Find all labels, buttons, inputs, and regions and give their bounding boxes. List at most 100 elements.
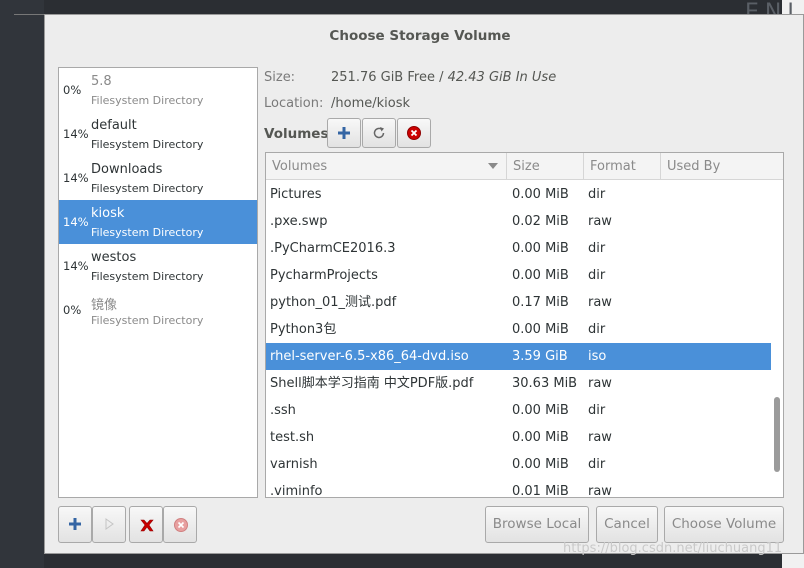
table-row[interactable]: Shell脚本学习指南 中文PDF版.pdf 30.63 MiB raw xyxy=(266,370,771,397)
volume-name-cell: .PyCharmCE2016.3 xyxy=(270,241,396,256)
table-row[interactable]: .pxe.swp 0.02 MiB raw xyxy=(266,208,771,235)
add-pool-button[interactable] xyxy=(58,506,92,543)
pool-name: 5.8 xyxy=(91,74,112,89)
table-row[interactable]: rhel-server-6.5-x86_64-dvd.iso 3.59 GiB is… xyxy=(266,343,771,370)
delete-pool-icon xyxy=(140,519,154,532)
pool-type: Filesystem Directory xyxy=(91,182,204,195)
pool-type: Filesystem Directory xyxy=(91,138,204,151)
volume-format-cell: dir xyxy=(588,457,606,472)
refresh-volumes-button[interactable] xyxy=(362,118,396,148)
volume-name-cell: rhel-server-6.5-x86_64-dvd.iso xyxy=(270,349,469,364)
add-icon xyxy=(338,127,350,139)
pool-item[interactable]: 0% 镜像 Filesystem Directory xyxy=(59,288,257,332)
volume-format-cell: raw xyxy=(588,376,612,391)
pool-type: Filesystem Directory xyxy=(91,94,204,107)
column-header-label: Volumes xyxy=(272,159,328,174)
start-pool-icon xyxy=(105,518,114,530)
size-label: Size: xyxy=(264,70,296,85)
column-header-used-by[interactable]: Used By xyxy=(661,153,771,180)
pool-usage-percent: 14% xyxy=(63,259,89,273)
add-volume-button[interactable] xyxy=(327,118,361,148)
pool-name: westos xyxy=(91,250,137,265)
pool-name: default xyxy=(91,118,137,133)
size-value: 251.76 GiB Free / 42.43 GiB In Use xyxy=(331,70,556,85)
pool-type: Filesystem Directory xyxy=(91,314,204,327)
refresh-icon xyxy=(373,127,385,139)
start-pool-button[interactable] xyxy=(92,506,126,543)
desktop-background xyxy=(0,0,44,568)
choose-storage-volume-dialog: Choose Storage Volume 0% 5.8 Filesystem Di… xyxy=(44,14,804,554)
table-row[interactable]: PycharmProjects 0.00 MiB dir xyxy=(266,262,771,289)
volume-size-cell: 0.17 MiB xyxy=(512,295,569,310)
delete-pool-button[interactable] xyxy=(129,506,163,543)
volume-format-cell: dir xyxy=(588,322,606,337)
volume-name-cell: .pxe.swp xyxy=(270,214,328,229)
volume-size-cell: 0.00 MiB xyxy=(512,430,569,445)
pool-item[interactable]: 14% Downloads Filesystem Directory xyxy=(59,156,257,200)
sort-descending-icon xyxy=(488,163,498,169)
stop-pool-button[interactable] xyxy=(163,506,197,543)
volume-size-cell: 30.63 MiB xyxy=(512,376,578,391)
volume-name-cell: .viminfo xyxy=(270,484,323,498)
volume-format-cell: raw xyxy=(588,484,612,498)
pool-name: kiosk xyxy=(91,206,125,221)
volume-format-cell: dir xyxy=(588,187,606,202)
table-row[interactable]: python_01_测试.pdf 0.17 MiB raw xyxy=(266,289,771,316)
volume-format-cell: iso xyxy=(588,349,607,364)
volume-name-cell: Shell脚本学习指南 中文PDF版.pdf xyxy=(270,376,474,391)
column-header-size[interactable]: Size xyxy=(507,153,584,180)
dialog-title: Choose Storage Volume xyxy=(329,28,511,44)
volume-format-cell: dir xyxy=(588,241,606,256)
table-row[interactable]: Python3包 0.00 MiB dir xyxy=(266,316,771,343)
browse-local-button[interactable]: Browse Local xyxy=(485,506,589,543)
volume-size-cell: 0.00 MiB xyxy=(512,187,569,202)
table-row[interactable]: .ssh 0.00 MiB dir xyxy=(266,397,771,424)
volume-size-cell: 3.59 GiB xyxy=(512,349,568,364)
volume-name-cell: Python3包 xyxy=(270,322,337,337)
volumes-label: Volumes xyxy=(264,126,329,142)
table-row[interactable]: varnish 0.00 MiB dir xyxy=(266,451,771,478)
volume-name-cell: PycharmProjects xyxy=(270,268,378,283)
location-value: /home/kiosk xyxy=(331,96,411,111)
pool-usage-percent: 14% xyxy=(63,171,89,185)
cancel-button[interactable]: Cancel xyxy=(596,506,658,543)
column-header-format[interactable]: Format xyxy=(584,153,661,180)
choose-volume-button[interactable]: Choose Volume xyxy=(664,506,784,543)
table-row[interactable]: .viminfo 0.01 MiB raw xyxy=(266,478,771,498)
size-used: 42.43 GiB In Use xyxy=(447,70,557,85)
pool-type: Filesystem Directory xyxy=(91,226,204,239)
pool-usage-percent: 0% xyxy=(63,83,82,97)
volume-table-header: Volumes Size Format Used By xyxy=(266,153,783,180)
pool-item[interactable]: 0% 5.8 Filesystem Directory xyxy=(59,68,257,112)
scrollbar-thumb[interactable] xyxy=(774,397,780,472)
watermark: https://blog.csdn.net/liuchuang11 xyxy=(563,541,783,556)
storage-pool-list[interactable]: 0% 5.8 Filesystem Directory 14% default Files… xyxy=(58,67,258,498)
volume-size-cell: 0.00 MiB xyxy=(512,241,569,256)
volume-size-cell: 0.00 MiB xyxy=(512,322,569,337)
volume-format-cell: raw xyxy=(588,430,612,445)
volume-size-cell: 0.02 MiB xyxy=(512,214,569,229)
table-row[interactable]: test.sh 0.00 MiB raw xyxy=(266,424,771,451)
stop-icon xyxy=(407,126,421,140)
pool-name: 镜像 xyxy=(91,298,118,313)
pool-usage-percent: 14% xyxy=(63,215,89,229)
volume-scrollbar[interactable] xyxy=(773,181,781,497)
column-header-volumes[interactable]: Volumes xyxy=(266,153,507,180)
pool-item[interactable]: 14% kiosk Filesystem Directory xyxy=(59,200,257,244)
volume-size-cell: 0.00 MiB xyxy=(512,457,569,472)
pool-type: Filesystem Directory xyxy=(91,270,204,283)
volume-table[interactable]: Volumes Size Format Used By Pictures 0.00… xyxy=(265,152,784,498)
pool-item[interactable]: 14% westos Filesystem Directory xyxy=(59,244,257,288)
volume-format-cell: dir xyxy=(588,403,606,418)
volume-size-cell: 0.01 MiB xyxy=(512,484,569,498)
stop-volume-button[interactable] xyxy=(397,118,431,148)
pool-usage-percent: 0% xyxy=(63,303,82,317)
pool-name: Downloads xyxy=(91,162,163,177)
pool-item[interactable]: 14% default Filesystem Directory xyxy=(59,112,257,156)
table-row[interactable]: .PyCharmCE2016.3 0.00 MiB dir xyxy=(266,235,771,262)
volume-size-cell: 0.00 MiB xyxy=(512,268,569,283)
volume-name-cell: .ssh xyxy=(270,403,296,418)
table-row[interactable]: Pictures 0.00 MiB dir xyxy=(266,181,771,208)
volume-name-cell: Pictures xyxy=(270,187,322,202)
stop-pool-icon xyxy=(174,518,188,532)
